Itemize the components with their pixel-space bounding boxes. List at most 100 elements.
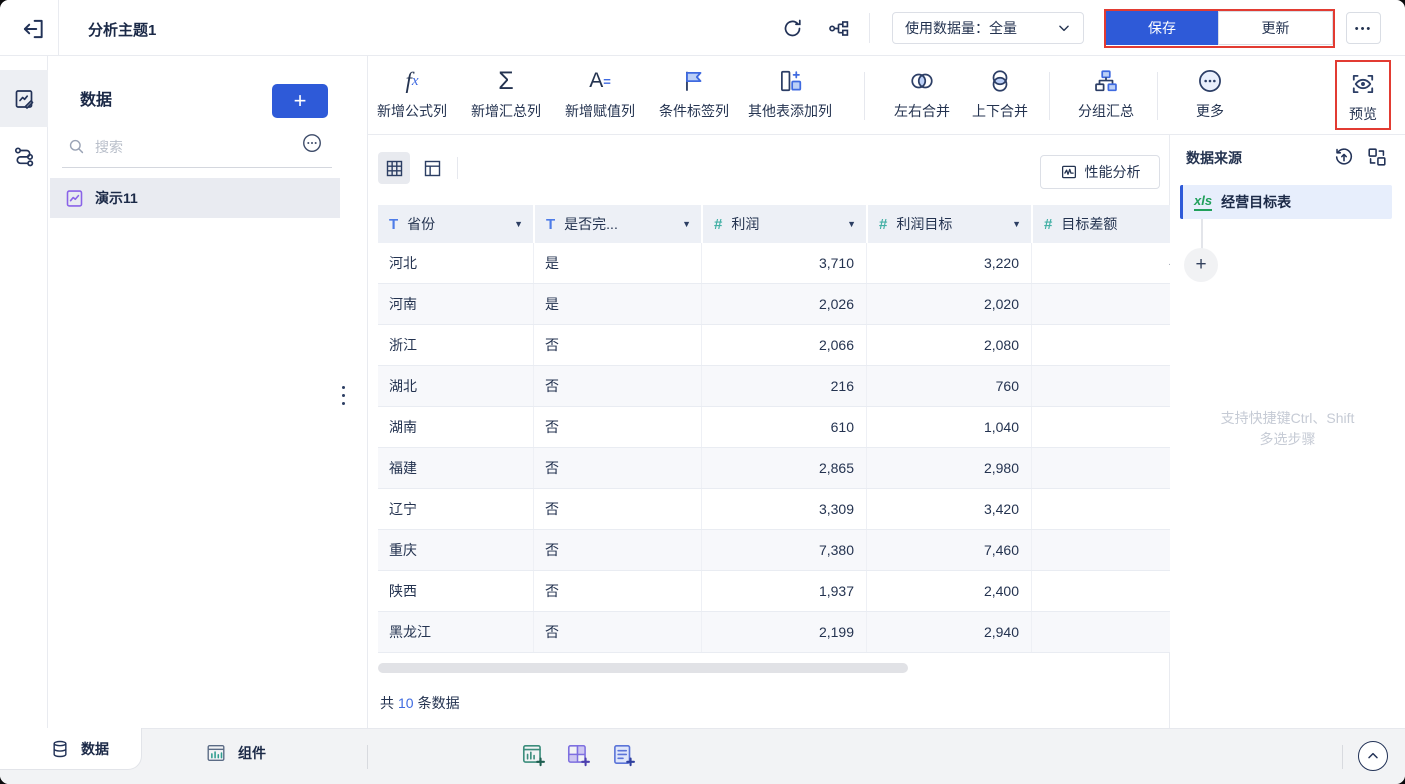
swap-icon — [1366, 146, 1388, 168]
add-step-button[interactable] — [1184, 248, 1218, 282]
rail-item-edit[interactable] — [0, 70, 48, 127]
performance-label: 性能分析 — [1085, 162, 1141, 182]
merge-left-right-icon — [908, 64, 936, 98]
column-header-target-gap[interactable]: 目标差额 — [1031, 205, 1170, 243]
add-dataset-button[interactable] — [272, 84, 328, 118]
lineage-button[interactable] — [827, 17, 851, 41]
search-input[interactable] — [95, 139, 332, 155]
cell-profit-target: 2,400 — [866, 571, 1031, 611]
shortcut-hint: 支持快捷键Ctrl、Shift 多选步骤 — [1170, 408, 1405, 450]
toolbar-item-merge-left-right[interactable]: 左右合并 — [894, 64, 950, 121]
tab-data[interactable]: 数据 — [0, 728, 142, 770]
table-row: 重庆 否 7,380 7,460 80 — [378, 530, 1170, 571]
data-volume-label: 使用数据量：全量 — [905, 18, 1057, 38]
cell-completed: 否 — [533, 530, 701, 570]
component-chart-icon — [205, 742, 227, 764]
cell-profit-target: 7,460 — [866, 530, 1031, 570]
cell-profit: 3,309 — [701, 489, 866, 529]
cell-target-gap: 430 — [1031, 407, 1170, 447]
toolbar-item-merge-top-bottom[interactable]: 上下合并 — [972, 64, 1028, 121]
left-rail — [0, 56, 48, 728]
table-row: 河南 是 2,026 2,020 -6 — [378, 284, 1170, 325]
view-grid-button[interactable] — [378, 152, 410, 184]
toolbar-item-condition-tag-column[interactable]: 条件标签列 — [659, 64, 729, 121]
add-chart-button[interactable] — [520, 742, 546, 768]
cell-profit: 3,710 — [701, 243, 866, 283]
toolbar-item-group-summary[interactable]: 分组汇总 — [1078, 64, 1134, 121]
toolbar-item-preview[interactable]: 预览 — [1349, 67, 1377, 124]
cell-profit-target: 2,020 — [866, 284, 1031, 324]
history-button[interactable] — [1333, 146, 1355, 168]
steps-flow-icon — [12, 144, 36, 168]
data-source-heading: 数据来源 — [1186, 148, 1242, 168]
chevron-down-icon — [1057, 21, 1071, 35]
dataset-item[interactable]: 演示11 — [50, 178, 340, 218]
chevron-up-icon — [1365, 748, 1381, 764]
number-type-icon — [879, 216, 887, 233]
toolbar-divider — [1049, 72, 1050, 120]
toolbar-item-add-column-other-table[interactable]: 其他表添加列 — [748, 64, 832, 121]
add-report-button[interactable] — [610, 742, 636, 768]
cell-profit-target: 2,080 — [866, 325, 1031, 365]
search-more-button[interactable] — [301, 132, 323, 154]
dataset-item-label: 演示11 — [95, 188, 138, 208]
collapse-panel-button[interactable] — [1358, 741, 1388, 771]
add-dashboard-button[interactable] — [565, 742, 591, 768]
data-volume-dropdown[interactable]: 使用数据量：全量 — [892, 12, 1084, 44]
cell-province: 黑龙江 — [378, 612, 533, 652]
bottom-divider — [367, 745, 368, 769]
table-area: 性能分析 省份 是否完... 利润 — [368, 135, 1170, 728]
caret-down-icon — [1012, 219, 1021, 229]
cell-completed: 否 — [533, 325, 701, 365]
exit-button[interactable] — [20, 16, 46, 42]
toolbar-item-formula-column[interactable]: fx 新增公式列 — [377, 64, 447, 121]
view-layout-button[interactable] — [416, 152, 448, 184]
refresh-icon — [781, 17, 805, 40]
cell-profit: 1,937 — [701, 571, 866, 611]
search-icon — [67, 137, 86, 156]
refresh-button[interactable] — [781, 17, 805, 41]
add-column-icon — [777, 64, 803, 98]
column-header-profit-target[interactable]: 利润目标 — [866, 205, 1031, 243]
toolbar-item-assign-column[interactable]: A= 新增赋值列 — [565, 64, 635, 121]
data-sidebar: 数据 演示11 — [48, 56, 368, 728]
topbar-more-button[interactable] — [1346, 12, 1381, 44]
cell-profit: 2,865 — [701, 448, 866, 488]
flow-branch-icon — [827, 17, 851, 40]
toolbar-item-summary-column[interactable]: 新增汇总列 — [471, 64, 541, 121]
table-row: 河北 是 3,710 3,220 -490 — [378, 243, 1170, 284]
toolbar-divider — [864, 72, 865, 120]
column-header-profit[interactable]: 利润 — [701, 205, 866, 243]
sigma-icon — [498, 64, 513, 98]
number-type-icon — [714, 216, 722, 233]
column-header-completed[interactable]: 是否完... — [533, 205, 701, 243]
table-row: 黑龙江 否 2,199 2,940 741 — [378, 612, 1170, 653]
group-summary-icon — [1093, 64, 1119, 98]
rail-item-steps[interactable] — [0, 127, 48, 184]
source-step-item[interactable]: xls 经营目标表 — [1180, 185, 1392, 219]
swap-steps-button[interactable] — [1366, 146, 1388, 168]
tab-components[interactable]: 组件 — [205, 742, 266, 764]
cell-completed: 否 — [533, 407, 701, 447]
save-button[interactable]: 保存 — [1106, 11, 1218, 45]
search-box — [62, 126, 332, 168]
cell-profit: 610 — [701, 407, 866, 447]
cell-target-gap: 14 — [1031, 325, 1170, 365]
update-button[interactable]: 更新 — [1218, 11, 1333, 45]
column-header-province[interactable]: 省份 — [378, 205, 533, 243]
cell-province: 重庆 — [378, 530, 533, 570]
panel-resize-handle[interactable] — [340, 386, 346, 407]
performance-analysis-button[interactable]: 性能分析 — [1040, 155, 1160, 189]
toolbar-item-more[interactable]: 更多 — [1196, 64, 1224, 121]
cell-province: 陕西 — [378, 571, 533, 611]
edit-board-icon — [12, 87, 36, 111]
bottom-bar: 数据 组件 — [0, 728, 1405, 784]
cell-target-gap: 111 — [1031, 489, 1170, 529]
flag-icon — [681, 64, 707, 98]
add-chart-icon — [520, 742, 546, 768]
cell-completed: 否 — [533, 448, 701, 488]
horizontal-scrollbar[interactable] — [378, 663, 908, 673]
topbar-divider — [58, 0, 59, 56]
cell-target-gap: -6 — [1031, 284, 1170, 324]
layout-view-icon — [422, 158, 443, 179]
